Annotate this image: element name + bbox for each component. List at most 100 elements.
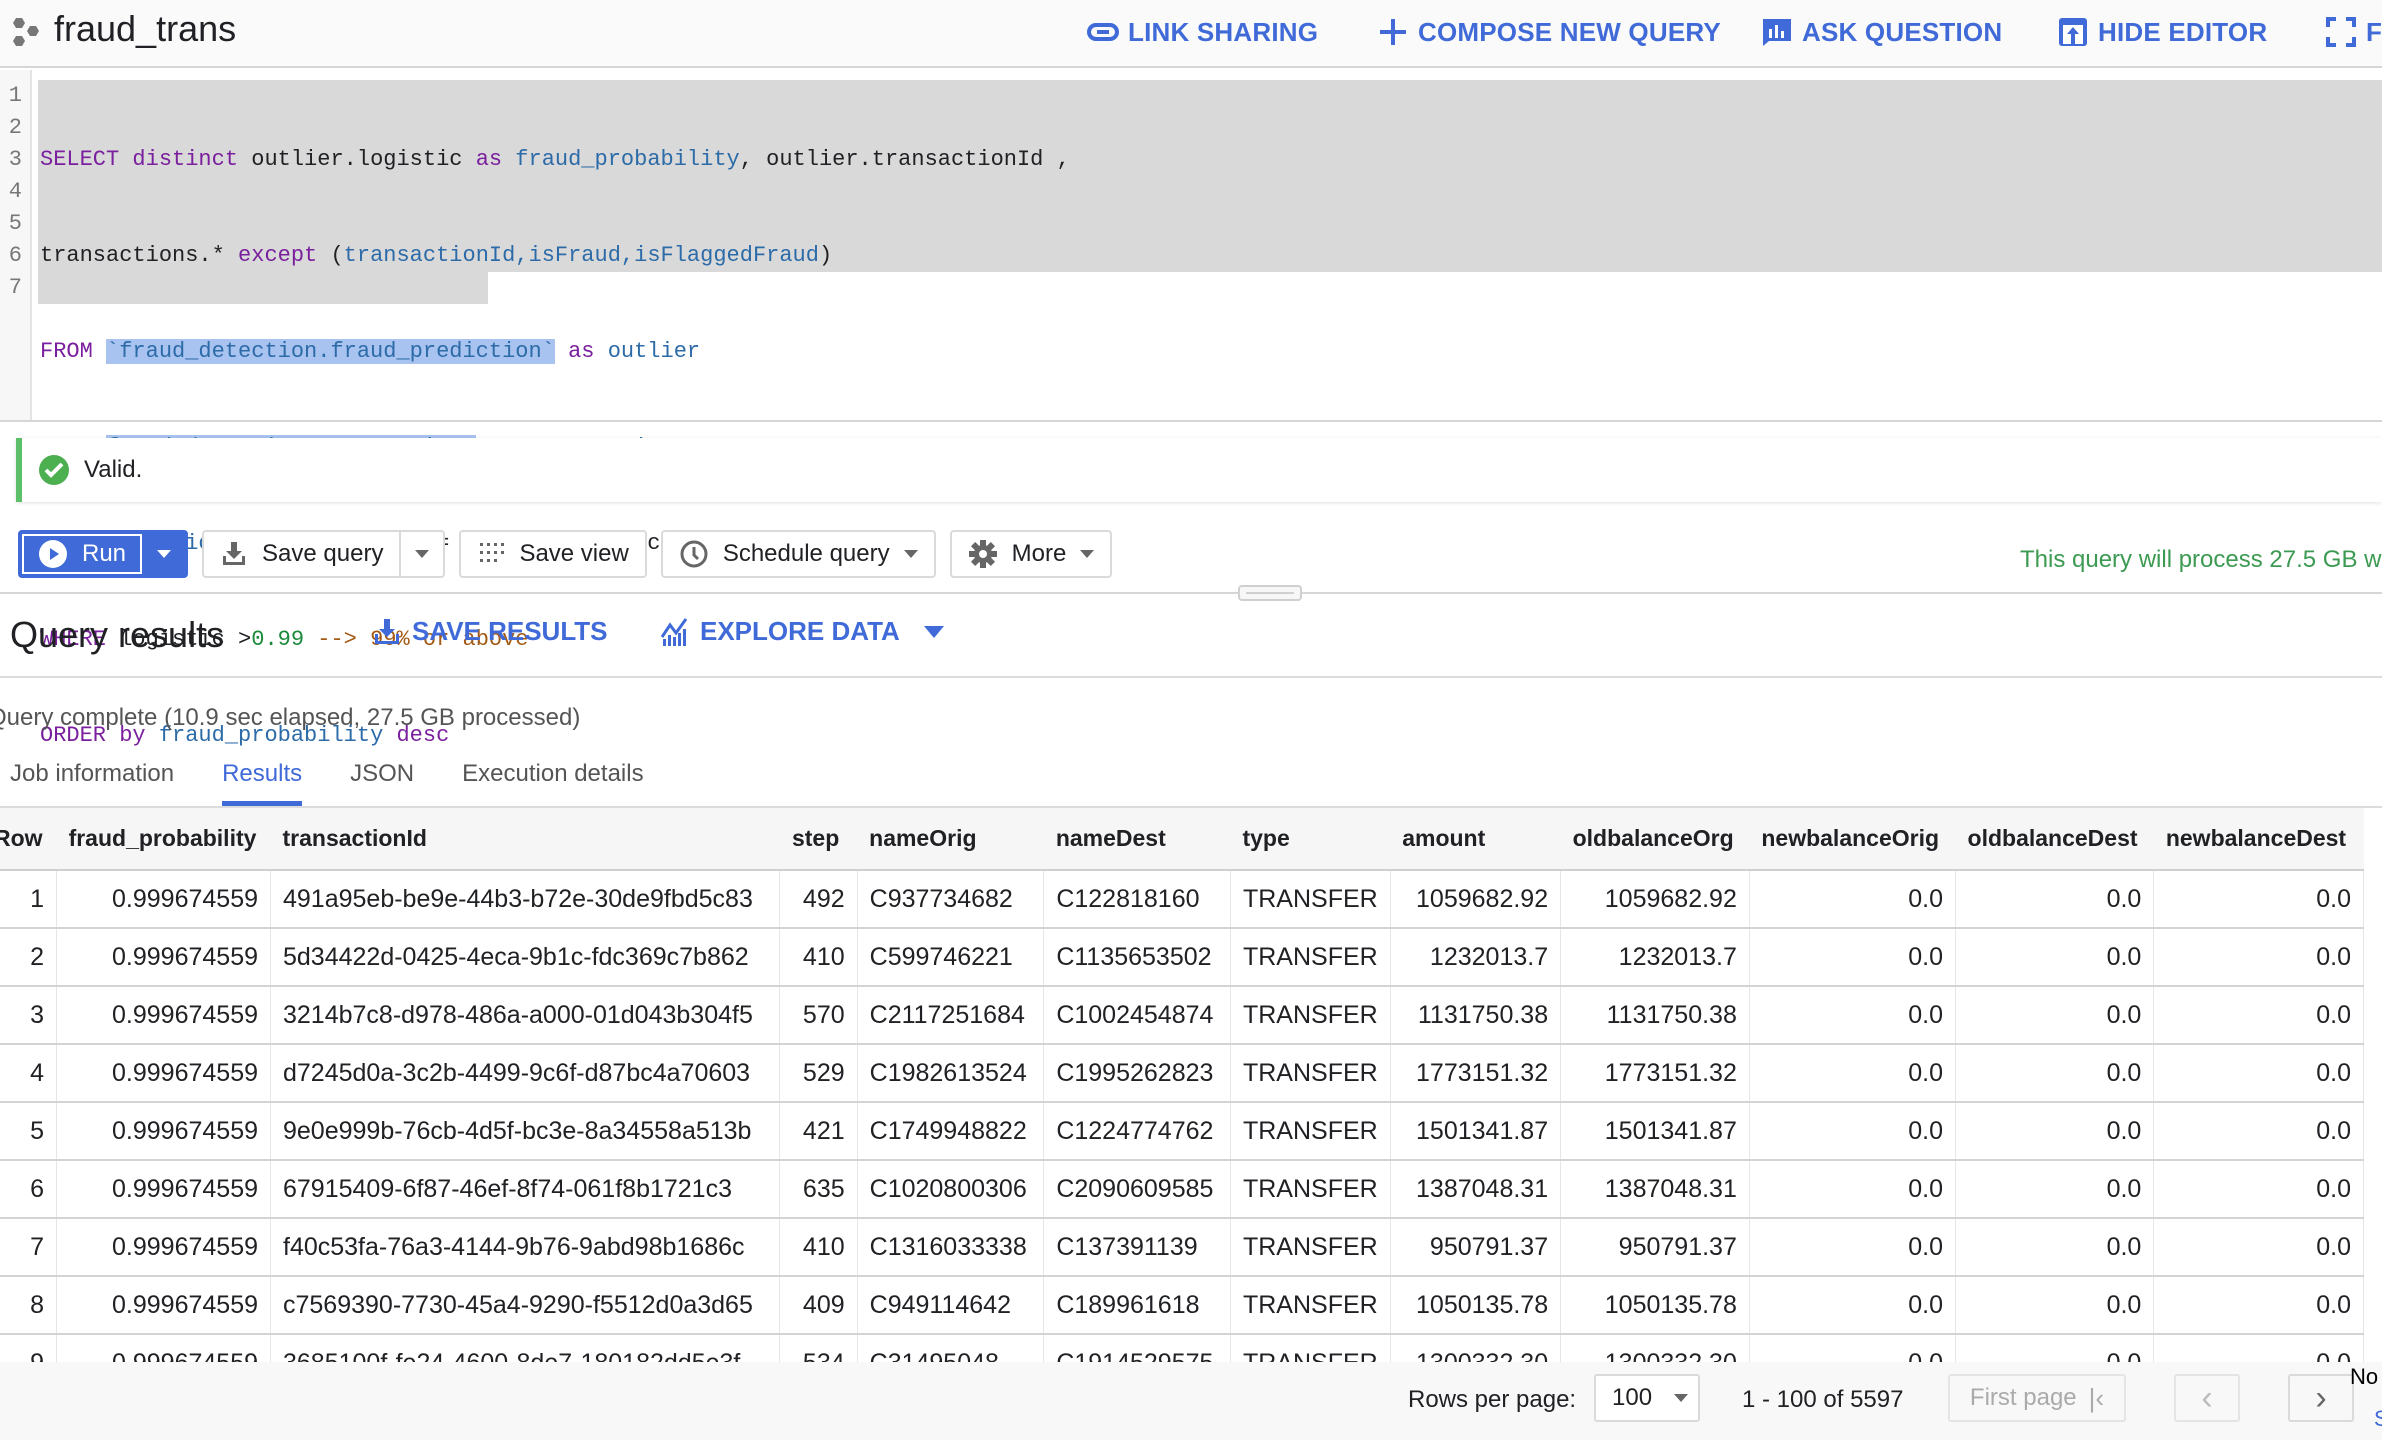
column-header-amount[interactable]: amount — [1390, 808, 1561, 871]
tab-results[interactable]: Results — [198, 758, 326, 806]
table-row[interactable]: 2 0.999674559 5d34422d-0425-4eca-9b1c-fdc3… — [0, 928, 2364, 987]
cell-oldbalanceorg: 1059682.92 — [1560, 870, 1750, 929]
fullscreen-button[interactable]: FU — [2324, 12, 2382, 52]
cell-fraud_probability: 0.999674559 — [56, 928, 271, 987]
previous-page-button[interactable]: ‹ — [2174, 1374, 2240, 1422]
table-row[interactable]: 90.9996745593685100f-fe24-4600-8de7-1801… — [0, 1334, 2364, 1362]
overflow-link[interactable]: S — [2374, 1406, 2382, 1432]
token: , outlier.transactionId , — [739, 147, 1070, 172]
cell-type: TRANSFER — [1230, 986, 1391, 1045]
compose-new-query-button[interactable]: COMPOSE NEW QUERY — [1376, 12, 1721, 52]
column-header-newbalanceorig[interactable]: newbalanceOrig — [1749, 808, 1956, 871]
table-header-row: Row fraud_probability transactionId step nam… — [0, 808, 2364, 871]
schedule-query-button[interactable]: Schedule query — [660, 530, 936, 578]
token: 0.99 — [251, 627, 305, 652]
cell-amount: 1050135.78 — [1390, 1276, 1562, 1335]
cell-oldbalanceorg: 1050135.78 — [1560, 1276, 1750, 1335]
rows-per-page-select[interactable]: 100 — [1594, 1374, 1700, 1422]
cell-newbalancedest: 0.0 — [2153, 1102, 2364, 1161]
results-table: Row fraud_probability transactionId step nam… — [0, 808, 2364, 1362]
results-title: Query results — [10, 614, 225, 655]
caret-down-icon — [157, 550, 172, 558]
tab-execution-details[interactable]: Execution details — [438, 758, 667, 806]
download-icon — [223, 542, 246, 565]
cell-oldbalanceorg: 1501341.87 — [1560, 1102, 1750, 1161]
next-page-button[interactable]: › — [2288, 1374, 2354, 1422]
token: distinct — [132, 147, 239, 172]
table-row[interactable]: 3 0.999674559 3214b7c8-d978-486a-a000-01d0… — [0, 986, 2364, 1045]
cell-type: TRANSFER — [1230, 1102, 1391, 1161]
column-header-nameorig[interactable]: nameOrig — [857, 808, 1044, 871]
first-page-button[interactable]: First page |‹ — [1948, 1374, 2126, 1422]
cell-namedest: C122818160 — [1043, 870, 1231, 929]
cell-type: TRANSFER — [1230, 1044, 1391, 1103]
column-header-step[interactable]: step — [779, 808, 858, 871]
cell-nameorig: C1316033338 — [857, 1218, 1045, 1277]
save-results-button[interactable]: SAVE RESULTS — [372, 616, 608, 647]
token: transactions.* — [40, 243, 225, 268]
cell-oldbalancedest: 0.0 — [1955, 928, 2155, 987]
column-header-transactionid[interactable]: transactionId — [270, 808, 780, 871]
cell-nameorig: C949114642 — [857, 1276, 1045, 1335]
column-header-oldbalancedest[interactable]: oldbalanceDest — [1955, 808, 2154, 871]
explore-data-button[interactable]: EXPLORE DATA — [660, 616, 944, 647]
cell-nameorig: C1982613524 — [857, 1044, 1045, 1103]
token: transactionId,isFraud,isFlaggedFraud — [343, 243, 819, 268]
cell-transactionid: f40c53fa-76a3-4144-9b76-9abd98b1686c — [270, 1218, 781, 1277]
run-button[interactable]: Run — [22, 534, 143, 574]
save-query-dropdown[interactable] — [399, 532, 443, 576]
validation-banner: Valid. — [16, 438, 2382, 502]
cell-fraud_probability: 0.999674559 — [56, 1334, 271, 1362]
cell-oldbalanceorg: 950791.37 — [1560, 1218, 1750, 1277]
cell-newbalancedest: 0.0 — [2153, 1334, 2364, 1362]
cell-nameorig: C937734682 — [857, 870, 1045, 929]
column-header-namedest[interactable]: nameDest — [1043, 808, 1231, 871]
download-icon — [375, 618, 399, 644]
hide-editor-button[interactable]: HIDE EDITOR — [2056, 12, 2267, 52]
cell-row: 9 — [0, 1334, 58, 1362]
column-header-fraud_probability[interactable]: fraud_probability — [56, 808, 271, 871]
results-table-container[interactable]: Row fraud_probability transactionId step nam… — [0, 808, 2382, 1362]
cell-amount: 1232013.7 — [1390, 928, 1562, 987]
cell-row: 8 — [0, 1276, 58, 1335]
link-icon — [1087, 23, 1119, 41]
column-header-type[interactable]: type — [1230, 808, 1391, 871]
sql-editor[interactable]: 1 2 3 4 5 6 7 SELECT distinct outlier.lo… — [0, 70, 2382, 748]
cell-nameorig: C31495048 — [857, 1334, 1045, 1362]
column-header-newbalancedest[interactable]: newbalanceDest — [2153, 808, 2364, 871]
cell-newbalancedest: 0.0 — [2153, 1276, 2364, 1335]
first-page-icon: |‹ — [2088, 1382, 2105, 1413]
run-options-dropdown[interactable] — [142, 532, 186, 576]
save-view-button[interactable]: Save view — [459, 530, 647, 578]
resize-handle[interactable] — [1238, 585, 1302, 601]
token: except — [238, 243, 318, 268]
cell-oldbalancedest: 0.0 — [1955, 870, 2155, 929]
table-row[interactable]: 5 0.999674559 9e0e999b-76cb-4d5f-bc3e-8a34… — [0, 1102, 2364, 1161]
cell-newbalanceorig: 0.0 — [1749, 1276, 1957, 1335]
cell-transactionid: d7245d0a-3c2b-4499-9c6f-d87bc4a70603 — [270, 1044, 781, 1103]
cell-type: TRANSFER — [1230, 1160, 1391, 1219]
table-row[interactable]: 4 0.999674559 d7245d0a-3c2b-4499-9c6f-d87b… — [0, 1044, 2364, 1103]
save-query-button[interactable]: Save query — [204, 532, 399, 576]
overflow-text: No — [2350, 1364, 2379, 1389]
ask-question-button[interactable]: ASK QUESTION — [1760, 12, 2002, 52]
column-header-row[interactable]: Row — [0, 808, 57, 871]
token: as — [568, 339, 595, 364]
rows-per-page-label: Rows per page: — [1408, 1386, 1577, 1413]
column-header-oldbalanceorg[interactable]: oldbalanceOrg — [1560, 808, 1750, 871]
tab-job-information[interactable]: Job information — [0, 758, 198, 806]
table-row[interactable]: 6 0.999674559 67915409-6f87-46ef-8f74-061f… — [0, 1160, 2364, 1219]
table-row[interactable]: 8 0.999674559 c7569390-7730-45a4-9290-f551… — [0, 1276, 2364, 1335]
cell-step: 421 — [779, 1102, 858, 1161]
table-row[interactable]: 7 0.999674559 f40c53fa-76a3-4144-9b76-9abd… — [0, 1218, 2364, 1277]
more-button[interactable]: More — [949, 530, 1113, 578]
cell-oldbalancedest: 0.0 — [1955, 1218, 2155, 1277]
table-row[interactable]: 1 0.999674559 491a95eb-be9e-44b3-b72e-30de… — [0, 870, 2364, 929]
link-sharing-button[interactable]: LINK SHARING — [1086, 12, 1318, 52]
cell-oldbalancedest: 0.0 — [1955, 986, 2155, 1045]
view-grid-icon — [480, 543, 505, 562]
tab-json[interactable]: JSON — [326, 758, 438, 806]
cell-step: 409 — [779, 1276, 858, 1335]
cell-transactionid: 5d34422d-0425-4eca-9b1c-fdc369c7b862 — [270, 928, 781, 987]
fullscreen-label: FU — [2366, 16, 2382, 47]
